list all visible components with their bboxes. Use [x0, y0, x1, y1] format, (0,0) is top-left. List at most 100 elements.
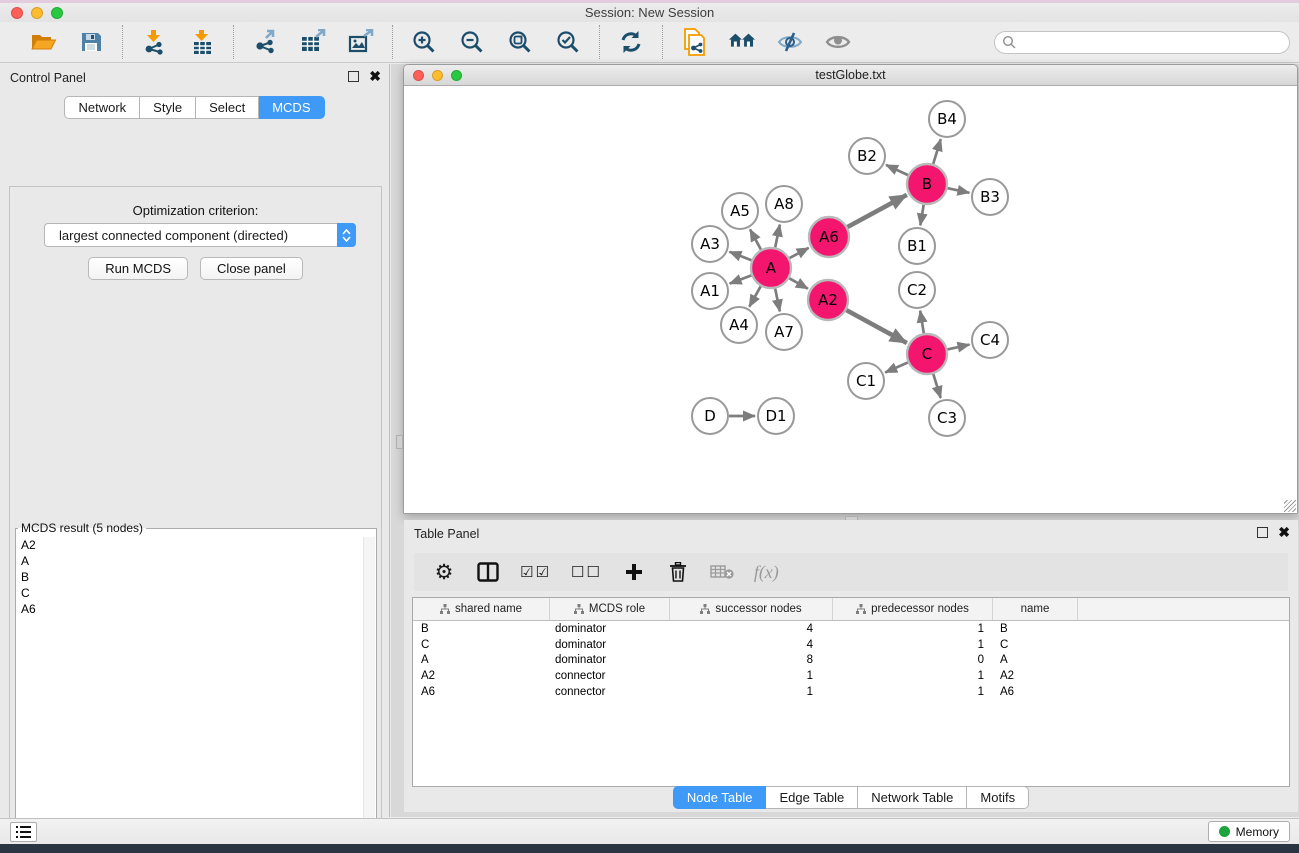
column-header-predecessor-nodes[interactable]: predecessor nodes [833, 598, 993, 620]
edge-A-A4[interactable] [749, 286, 760, 306]
open-file-icon[interactable] [29, 28, 57, 56]
mcds-result-item[interactable]: B [17, 569, 362, 585]
tab-style[interactable]: Style [140, 96, 196, 119]
delete-table-icon[interactable] [710, 559, 734, 585]
export-network-icon[interactable] [251, 28, 279, 56]
column-header-successor-nodes[interactable]: successor nodes [670, 598, 833, 620]
close-panel-icon[interactable]: ✖ [369, 71, 381, 82]
column-layout-icon[interactable] [476, 559, 500, 585]
table-row-A2[interactable]: A2connector11A2 [413, 668, 1289, 684]
window-titlebar: Session: New Session [0, 3, 1299, 22]
column-namespace-icon [856, 604, 866, 614]
edge-A-A1[interactable] [730, 275, 752, 283]
resize-grip-icon[interactable] [1284, 500, 1296, 512]
mcds-result-item[interactable]: C [17, 585, 362, 601]
search-field[interactable] [994, 31, 1290, 54]
table-row-A[interactable]: Adominator80A [413, 653, 1289, 669]
import-table-icon[interactable] [188, 28, 216, 56]
node-label-B1: B1 [907, 237, 927, 255]
edge-C-C2[interactable] [920, 311, 924, 334]
mcds-result-item[interactable]: A6 [17, 601, 362, 617]
select-all-checkboxes-icon[interactable]: ☑☑ [520, 559, 551, 585]
mcds-result-list[interactable]: A2ABCA6 [17, 537, 362, 853]
table-row-A6[interactable]: A6connector11A6 [413, 684, 1289, 700]
table-row-C[interactable]: Cdominator41C [413, 637, 1289, 653]
network-graph[interactable]: B4B2BB3A8A5A6A3B1AC2A1A2A4A7C4CC1C3DD1 [404, 86, 1297, 513]
edge-A-A3[interactable] [730, 252, 752, 261]
edge-A2-C[interactable] [846, 310, 906, 343]
result-scrollbar[interactable] [363, 537, 375, 853]
edge-A-A7[interactable] [775, 289, 780, 312]
criterion-select[interactable]: largest connected component (directed) [44, 223, 356, 247]
edge-A-A5[interactable] [750, 229, 761, 249]
network-window-titlebar[interactable]: testGlobe.txt [404, 65, 1297, 86]
table-panel: Table Panel ✖ ⚙ ☑☑ ☐☐ [404, 520, 1298, 812]
edge-B-B1[interactable] [920, 205, 923, 226]
settings-gear-icon[interactable]: ⚙ [432, 559, 456, 585]
cell-shared-name: A6 [413, 686, 550, 698]
hide-eye-icon[interactable] [776, 28, 804, 56]
network-window[interactable]: testGlobe.txt B4B2BB3A8A5A6A3B1AC2A1A2A4… [403, 64, 1298, 514]
tab-select[interactable]: Select [196, 96, 259, 119]
node-label-B3: B3 [980, 188, 1000, 206]
add-column-icon[interactable] [622, 559, 646, 585]
zoom-out-icon[interactable] [458, 28, 486, 56]
refresh-icon[interactable] [617, 28, 645, 56]
float-panel-icon[interactable] [348, 71, 359, 82]
table-row-B[interactable]: Bdominator41B [413, 621, 1289, 637]
edge-A6-B[interactable] [848, 195, 907, 227]
save-session-icon[interactable] [77, 28, 105, 56]
split-divider-handle[interactable] [396, 435, 403, 449]
search-input[interactable] [1020, 33, 1289, 51]
delete-column-icon[interactable] [666, 559, 690, 585]
column-header-name[interactable]: name [993, 598, 1078, 620]
deselect-all-checkboxes-icon[interactable]: ☐☐ [571, 559, 602, 585]
task-history-button[interactable] [10, 822, 37, 842]
edge-C-C3[interactable] [933, 374, 940, 398]
home-networks-icon[interactable] [728, 28, 756, 56]
network-document-icon[interactable] [680, 28, 708, 56]
zoom-selected-icon[interactable] [554, 28, 582, 56]
tab-network[interactable]: Network [64, 96, 140, 119]
edge-B-B4[interactable] [933, 139, 941, 164]
export-table-icon[interactable] [299, 28, 327, 56]
mcds-result-item[interactable]: A [17, 553, 362, 569]
cell-MCDS-role: connector [550, 670, 670, 682]
edge-B-B3[interactable] [948, 188, 970, 193]
tab-network-table[interactable]: Network Table [858, 786, 967, 809]
export-image-icon[interactable] [347, 28, 375, 56]
zoom-fit-icon[interactable] [506, 28, 534, 56]
cell-predecessor-nodes: 1 [833, 623, 993, 635]
cell-name: B [993, 623, 1078, 635]
column-header-shared-name[interactable]: shared name [413, 598, 550, 620]
close-panel-button[interactable]: Close panel [200, 257, 303, 280]
memory-label: Memory [1236, 825, 1279, 839]
edge-A-A6[interactable] [790, 248, 809, 258]
node-label-A: A [766, 259, 777, 277]
tab-motifs[interactable]: Motifs [967, 786, 1029, 809]
function-builder-icon[interactable]: f(x) [754, 559, 779, 585]
edge-A-A8[interactable] [775, 225, 780, 248]
network-canvas[interactable]: B4B2BB3A8A5A6A3B1AC2A1A2A4A7C4CC1C3DD1 [404, 86, 1297, 513]
select-stepper-icon [337, 223, 356, 247]
mcds-result-item[interactable]: A2 [17, 537, 362, 553]
edge-B-B2[interactable] [886, 165, 908, 175]
close-panel-icon[interactable]: ✖ [1278, 527, 1290, 538]
tab-edge-table[interactable]: Edge Table [766, 786, 858, 809]
edge-C-C4[interactable] [948, 345, 970, 350]
float-panel-icon[interactable] [1257, 527, 1268, 538]
column-header-MCDS-role[interactable]: MCDS role [550, 598, 670, 620]
show-eye-icon[interactable] [824, 28, 852, 56]
edge-A-A2[interactable] [789, 278, 808, 288]
import-network-icon[interactable] [140, 28, 168, 56]
tab-mcds[interactable]: MCDS [259, 96, 324, 119]
tab-node-table[interactable]: Node Table [673, 786, 767, 809]
run-mcds-button[interactable]: Run MCDS [88, 257, 188, 280]
edge-C-C1[interactable] [885, 363, 908, 373]
node-label-C2: C2 [907, 281, 927, 299]
optimization-criterion-label: Optimization criterion: [10, 203, 381, 218]
list-icon [16, 826, 31, 838]
zoom-in-icon[interactable] [410, 28, 438, 56]
memory-button[interactable]: Memory [1208, 821, 1290, 842]
node-label-B: B [922, 175, 932, 193]
